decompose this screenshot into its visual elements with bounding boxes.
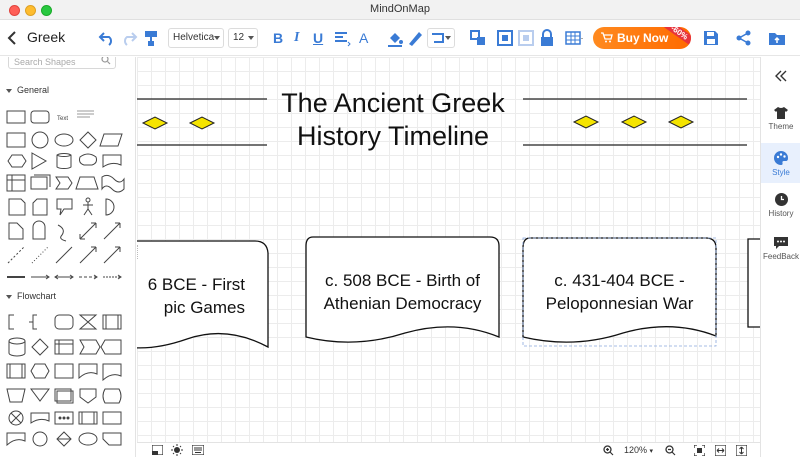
italic-button[interactable]: I <box>294 30 299 46</box>
document-title[interactable]: Greek <box>27 29 65 45</box>
buy-now-button[interactable]: Buy Now -60% <box>593 27 691 49</box>
section-general[interactable]: General <box>6 85 49 95</box>
diamond-marker <box>188 116 216 130</box>
export-folder-icon[interactable] <box>768 29 786 47</box>
flowchart-shapes-grid[interactable] <box>0 309 136 457</box>
text-align-icon[interactable] <box>333 29 351 47</box>
fit-page-icon[interactable] <box>694 445 705 456</box>
zoom-out-icon[interactable] <box>665 445 676 456</box>
font-size-value: 12 <box>233 32 245 43</box>
search-placeholder: Search Shapes <box>14 57 76 67</box>
line-color-icon[interactable] <box>406 29 424 47</box>
brightness-icon[interactable] <box>171 444 183 456</box>
underline-button[interactable]: U <box>313 30 323 46</box>
theme-icon <box>774 107 788 119</box>
title-line-2: History Timeline <box>296 121 490 151</box>
sidebar-item-label: Theme <box>768 122 794 131</box>
sidebar-item-label: FeedBack <box>762 252 800 261</box>
chevron-down-icon <box>6 294 12 299</box>
search-icon <box>101 57 111 65</box>
diamond-marker <box>667 115 695 129</box>
card-text-democracy[interactable]: c. 508 BCE - Birth of Athenian Democracy <box>306 269 499 315</box>
fullscreen-icon[interactable] <box>736 445 747 456</box>
chevron-down-icon: ▾ <box>649 448 654 455</box>
zoom-in-icon[interactable] <box>603 445 614 456</box>
card-text-olympic[interactable]: 6 BCE - First pic Games <box>137 273 267 319</box>
timeline-card[interactable] <box>747 238 760 328</box>
share-icon[interactable] <box>735 29 753 47</box>
font-family-value: Helvetica <box>173 32 215 43</box>
chevron-down-icon <box>248 36 254 40</box>
zoom-level-select[interactable]: 120% ▾ <box>624 445 653 455</box>
connector-style-select[interactable] <box>427 28 455 48</box>
toolbar: Greek Helvetica 12 B I U A Buy Now -60% <box>0 20 800 56</box>
fit-width-icon[interactable] <box>715 445 726 456</box>
ungroup-icon[interactable] <box>517 29 535 47</box>
cart-icon <box>601 32 613 43</box>
collapse-panel-icon[interactable] <box>774 69 788 83</box>
clock-icon <box>774 193 788 206</box>
panel-resize-handle[interactable] <box>137 245 141 259</box>
table-icon[interactable] <box>565 29 583 47</box>
search-shapes-input[interactable]: Search Shapes <box>8 57 116 69</box>
section-flowchart[interactable]: Flowchart <box>6 291 56 301</box>
card-line: pic Games <box>163 298 245 317</box>
redo-icon[interactable] <box>120 29 138 47</box>
diagram-title[interactable]: The Ancient Greek History Timeline <box>267 87 519 153</box>
sidebar-item-label: History <box>768 209 794 218</box>
card-line: c. 431-404 BCE - <box>554 271 685 290</box>
diamond-marker <box>620 115 648 129</box>
group-icon[interactable] <box>496 29 514 47</box>
sidebar-item-label: Style <box>772 168 790 177</box>
zoom-value: 120% <box>624 445 648 455</box>
diamond-marker <box>572 115 600 129</box>
fill-color-icon[interactable] <box>386 29 404 47</box>
chevron-down-icon <box>214 36 220 40</box>
lock-icon[interactable] <box>538 29 556 47</box>
bottom-status-bar: 120% ▾ <box>137 442 760 457</box>
chevron-down-icon <box>445 36 451 40</box>
back-arrow-icon[interactable] <box>6 29 18 47</box>
section-general-label: General <box>17 85 50 95</box>
sidebar-item-theme[interactable]: Theme <box>761 107 800 143</box>
sidebar-item-history[interactable]: History <box>761 193 800 229</box>
general-shapes-grid[interactable]: Text <box>0 105 136 285</box>
arrange-icon[interactable] <box>469 29 487 47</box>
card-line: Athenian Democracy <box>323 294 482 313</box>
card-text-peloponnesian[interactable]: c. 431-404 BCE - Peloponnesian War <box>523 269 716 315</box>
font-family-select[interactable]: Helvetica <box>168 28 224 48</box>
discount-badge: -60% <box>664 27 691 45</box>
chevron-down-icon <box>6 88 12 93</box>
font-color-button[interactable]: A <box>359 30 368 46</box>
feedback-icon <box>774 237 788 249</box>
diagram-canvas[interactable]: The Ancient Greek History Timeline 6 BCE… <box>137 57 760 442</box>
palette-icon <box>774 151 788 165</box>
card-line: 6 BCE - First <box>147 275 245 294</box>
buy-now-label: Buy Now <box>617 31 669 45</box>
format-painter-icon[interactable] <box>142 29 160 47</box>
window-titlebar: MindOnMap <box>0 0 800 20</box>
keyboard-icon[interactable] <box>192 445 204 455</box>
font-size-select[interactable]: 12 <box>228 28 258 48</box>
card-line: Peloponnesian War <box>545 294 694 313</box>
bold-button[interactable]: B <box>273 30 283 46</box>
undo-icon[interactable] <box>98 29 116 47</box>
diamond-marker <box>141 116 169 130</box>
right-sidebar: Theme Style History FeedBack <box>760 57 800 457</box>
sidebar-item-style[interactable]: Style <box>761 143 800 183</box>
text-shape-label: Text <box>57 116 68 122</box>
sidebar-item-feedback[interactable]: FeedBack <box>761 237 800 273</box>
window-title: MindOnMap <box>370 3 430 15</box>
save-icon[interactable] <box>702 29 720 47</box>
title-line-1: The Ancient Greek <box>281 88 505 118</box>
section-flowchart-label: Flowchart <box>17 291 57 301</box>
page-view-icon[interactable] <box>152 445 163 455</box>
card-line: c. 508 BCE - Birth of <box>325 271 480 290</box>
shape-library-panel: Search Shapes General Text Flowchart <box>0 57 136 457</box>
